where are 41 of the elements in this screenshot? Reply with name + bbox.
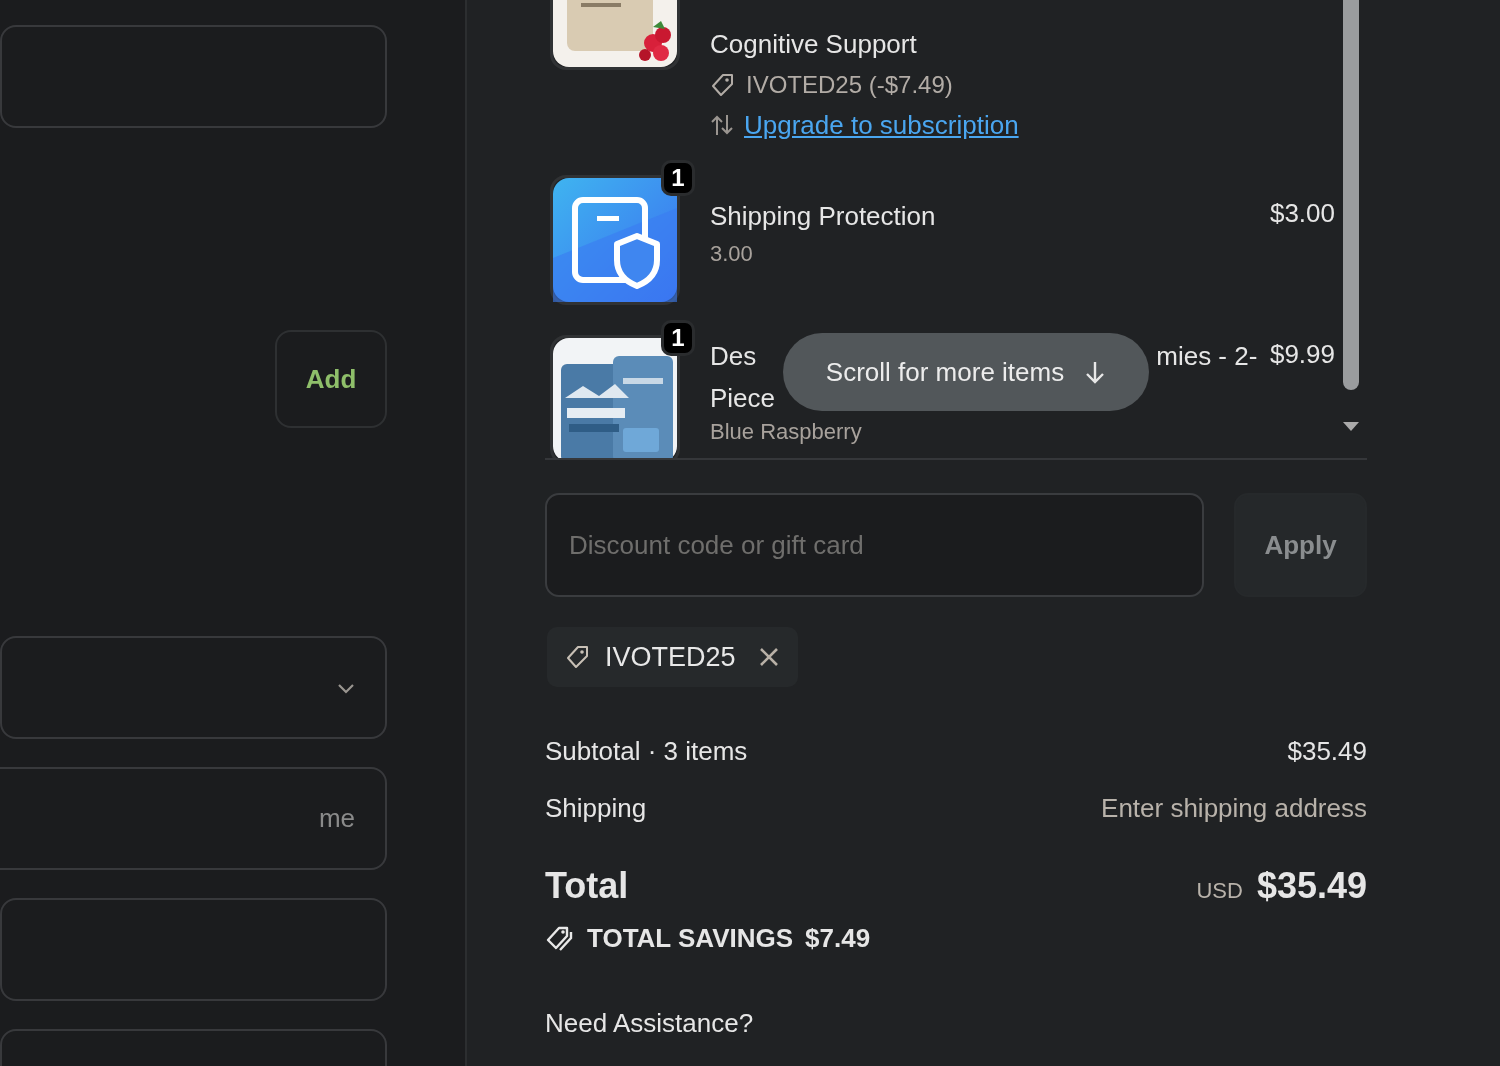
scrollbar-thumb[interactable] [1343, 0, 1359, 390]
upgrade-link[interactable]: Upgrade to subscription [744, 109, 1019, 141]
chevron-down-icon [337, 681, 355, 694]
summary-value: $35.49 [1287, 736, 1367, 767]
variant-text: 3.00 [710, 241, 754, 267]
variant-text: Blue Raspberry [710, 419, 863, 445]
select-field[interactable] [0, 636, 387, 739]
close-icon [757, 646, 780, 668]
input-field[interactable] [0, 898, 387, 1001]
input-field[interactable] [0, 25, 387, 128]
total-label: Total [545, 865, 629, 907]
discount-field[interactable]: Discount code or gift card [545, 493, 1204, 597]
tag-icon [565, 644, 591, 670]
placeholder-text: me [318, 803, 355, 834]
total-amount: $35.49 [1256, 865, 1367, 907]
discount-code: IVOTED25 [605, 641, 736, 673]
scroll-hint-button[interactable]: Scroll for more items [783, 333, 1149, 411]
savings-amount: $7.49 [805, 923, 871, 954]
discount-text: IVOTED25 (-$7.49) [746, 71, 953, 99]
quantity-badge: 1 [661, 160, 695, 196]
help-heading: Need Assistance? [545, 1008, 755, 1039]
summary-label: Shipping [545, 793, 647, 824]
summary-label: Subtotal · 3 items [545, 736, 748, 767]
product-title: Cognitive Support [710, 28, 917, 60]
swap-arrows-icon [710, 113, 734, 137]
product-title: mies - 2- [1156, 340, 1258, 372]
item-price: $3.00 [1268, 197, 1335, 229]
arrow-down-icon [1084, 360, 1107, 384]
scroll-down-icon [1343, 422, 1359, 431]
add-button[interactable]: Add [275, 330, 387, 428]
item-price: $9.99 [1268, 338, 1335, 370]
input-field[interactable]: me [0, 767, 387, 870]
product-title: Shipping Protection [710, 200, 936, 232]
product-title: Piece [710, 382, 776, 414]
quantity-badge: 1 [661, 320, 695, 356]
currency-code: USD [1196, 878, 1243, 904]
apply-button[interactable]: Apply [1234, 493, 1367, 597]
product-title: Des [710, 340, 757, 372]
summary-value: Enter shipping address [1101, 793, 1367, 824]
tag-icon [710, 72, 736, 98]
savings-label: TOTAL SAVINGS [587, 923, 794, 954]
